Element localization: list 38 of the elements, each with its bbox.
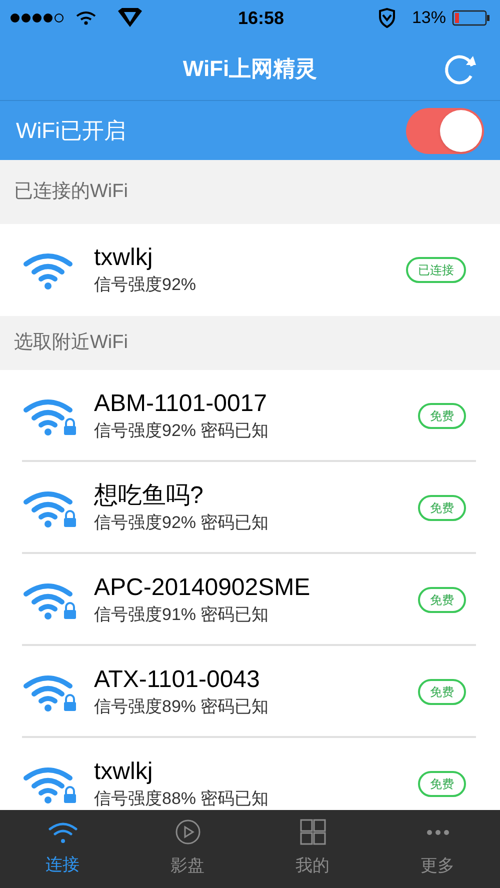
network-detail: 信号强度91% 密码已知 <box>94 604 270 626</box>
network-badge[interactable]: 免费 <box>418 495 466 521</box>
shield-logo-icon <box>116 8 144 28</box>
app-title: WiFi上网精灵 <box>182 54 318 82</box>
network-badge[interactable]: 免费 <box>418 679 466 705</box>
network-name: APC-20140902SME <box>94 573 312 603</box>
section-title: 选取附近WiFi <box>14 330 128 355</box>
tab-bar-item[interactable]: 连接 <box>0 810 125 888</box>
more-icon <box>426 830 448 835</box>
network-name: txwlkj <box>94 757 154 787</box>
network-name: ATX-1101-0043 <box>94 665 261 695</box>
wifi-icon <box>48 820 78 844</box>
wifi-toggle-label: WiFi已开启 <box>16 117 127 145</box>
network-badge[interactable]: 免费 <box>418 771 466 797</box>
network-name: 想吃鱼吗? <box>94 481 204 511</box>
tab-bar-item[interactable]: 影盘 <box>125 810 250 888</box>
network-detail: 信号强度88% 密码已知 <box>94 788 270 810</box>
play-icon <box>174 819 200 846</box>
grid-icon <box>300 819 326 846</box>
battery-icon <box>452 10 490 26</box>
wifi-toggle[interactable] <box>406 108 484 154</box>
network-detail: 信号强度89% 密码已知 <box>94 696 270 718</box>
network-badge[interactable]: 免费 <box>418 587 466 613</box>
wifi-icon <box>76 11 96 25</box>
tab-bar-item[interactable]: 更多 <box>375 810 500 888</box>
shield-icon <box>378 8 396 28</box>
signal-icon <box>10 13 66 23</box>
network-detail: 信号强度92% 密码已知 <box>94 512 270 534</box>
status-time: 16:58 <box>238 6 284 30</box>
network-name: txwlkj <box>94 243 154 273</box>
network-detail: 信号强度92% 密码已知 <box>94 420 270 442</box>
network-name: ABM-1101-0017 <box>94 389 268 419</box>
section-title: 已连接的WiFi <box>14 180 128 204</box>
battery-percent: 13% <box>412 7 446 30</box>
tab-bar-item[interactable]: 我的 <box>250 810 375 888</box>
network-detail: 信号强度92% <box>94 274 198 296</box>
network-badge[interactable]: 免费 <box>418 403 466 429</box>
network-badge[interactable]: 已连接 <box>406 257 466 283</box>
